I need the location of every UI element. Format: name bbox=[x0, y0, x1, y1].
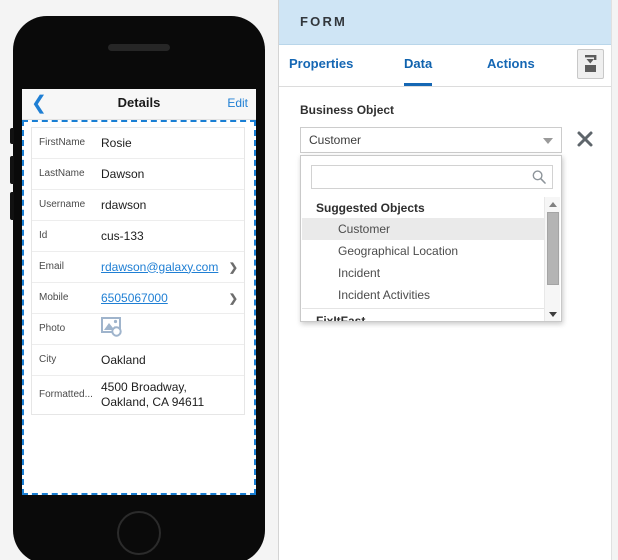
field-label: LastName bbox=[39, 168, 85, 179]
field-label: Username bbox=[39, 199, 86, 210]
device-preview-pane: ❮ Details Edit FirstName Rosie LastName … bbox=[0, 0, 278, 560]
detail-field-list: FirstName Rosie LastName Dawson Username… bbox=[31, 127, 245, 415]
inspector-tabstrip: Properties Data Actions bbox=[279, 45, 612, 87]
triangle-up-icon[interactable] bbox=[545, 197, 561, 211]
field-label: City bbox=[39, 354, 57, 365]
dropdown-option-incident[interactable]: Incident bbox=[302, 262, 545, 284]
dropdown-option-list[interactable]: Suggested Objects Customer Geographical … bbox=[302, 197, 545, 321]
field-label: FirstName bbox=[39, 137, 86, 148]
page-title: Details bbox=[117, 95, 161, 110]
broken-image-icon bbox=[101, 317, 125, 340]
list-item[interactable]: Photo bbox=[32, 314, 244, 345]
phone-silent-switch bbox=[10, 128, 14, 144]
field-label: Email bbox=[39, 261, 65, 272]
window-right-edge bbox=[611, 0, 618, 560]
scrollbar-thumb[interactable] bbox=[547, 212, 559, 285]
inspector-header: FORM bbox=[279, 0, 612, 45]
phone-link[interactable]: 6505067000 bbox=[101, 291, 226, 306]
chevron-right-icon: ❯ bbox=[228, 261, 238, 274]
phone-home-button bbox=[117, 511, 161, 555]
field-label: Mobile bbox=[39, 292, 69, 303]
field-label: Photo bbox=[39, 323, 66, 334]
edit-button[interactable]: Edit bbox=[227, 96, 248, 110]
chevron-right-icon: ❯ bbox=[228, 292, 238, 305]
field-value: cus-133 bbox=[101, 228, 144, 243]
list-item[interactable]: Id cus-133 bbox=[32, 221, 244, 252]
close-x-icon[interactable] bbox=[575, 129, 595, 149]
tab-properties[interactable]: Properties bbox=[289, 45, 353, 86]
list-item[interactable]: City Oakland bbox=[32, 345, 244, 376]
dropdown-search-wrapper bbox=[311, 165, 553, 189]
dropdown-group-header: FixItFast bbox=[302, 308, 545, 321]
list-item[interactable]: Username rdawson bbox=[32, 190, 244, 221]
list-item[interactable]: Mobile 6505067000 ❯ bbox=[32, 283, 244, 314]
chevron-down-icon bbox=[543, 138, 553, 144]
business-object-label: Business Object bbox=[300, 103, 395, 117]
field-label: Formatted... bbox=[39, 389, 93, 400]
phone-mockup: ❮ Details Edit FirstName Rosie LastName … bbox=[10, 16, 265, 560]
dropdown-option-geographical-location[interactable]: Geographical Location bbox=[302, 240, 545, 262]
business-object-dropdown: Suggested Objects Customer Geographical … bbox=[300, 155, 562, 322]
email-link[interactable]: rdawson@galaxy.com bbox=[101, 260, 226, 275]
business-object-select[interactable]: Customer bbox=[300, 127, 562, 153]
property-inspector-panel: FORM Properties Data Actions Business Ob… bbox=[278, 0, 612, 560]
inspector-title: FORM bbox=[300, 14, 348, 29]
search-input[interactable] bbox=[312, 166, 527, 188]
triangle-down-icon[interactable] bbox=[545, 307, 561, 321]
tab-actions[interactable]: Actions bbox=[487, 45, 535, 86]
phone-earpiece-speaker bbox=[108, 44, 170, 51]
list-item[interactable]: FirstName Rosie bbox=[32, 128, 244, 159]
dropdown-option-customer[interactable]: Customer bbox=[302, 218, 545, 240]
collapse-to-box-icon[interactable] bbox=[577, 49, 604, 79]
scrollbar[interactable] bbox=[544, 197, 560, 321]
field-value: Rosie bbox=[101, 135, 132, 150]
field-label: Id bbox=[39, 230, 48, 241]
tab-data[interactable]: Data bbox=[404, 45, 433, 86]
field-value: rdawson bbox=[101, 197, 147, 212]
app-navigation-bar: ❮ Details Edit bbox=[22, 89, 256, 120]
search-icon[interactable] bbox=[531, 169, 547, 185]
selected-form-region[interactable]: FirstName Rosie LastName Dawson Username… bbox=[22, 120, 256, 495]
phone-screen: ❮ Details Edit FirstName Rosie LastName … bbox=[22, 89, 256, 495]
dropdown-option-incident-activities[interactable]: Incident Activities bbox=[302, 284, 545, 306]
phone-volume-down-button bbox=[10, 192, 14, 220]
field-value: Oakland bbox=[101, 352, 146, 367]
list-item[interactable]: LastName Dawson bbox=[32, 159, 244, 190]
field-value: Dawson bbox=[101, 166, 145, 181]
business-object-selected-value: Customer bbox=[309, 133, 362, 147]
field-value: 4500 Broadway, Oakland, CA 94611 bbox=[101, 380, 205, 409]
list-item[interactable]: Formatted... 4500 Broadway, Oakland, CA … bbox=[32, 376, 244, 414]
application-root: ❮ Details Edit FirstName Rosie LastName … bbox=[0, 0, 618, 560]
dropdown-group-header: Suggested Objects bbox=[316, 201, 425, 215]
phone-volume-up-button bbox=[10, 156, 14, 184]
list-item[interactable]: Email rdawson@galaxy.com ❯ bbox=[32, 252, 244, 283]
photo-value bbox=[101, 317, 238, 341]
